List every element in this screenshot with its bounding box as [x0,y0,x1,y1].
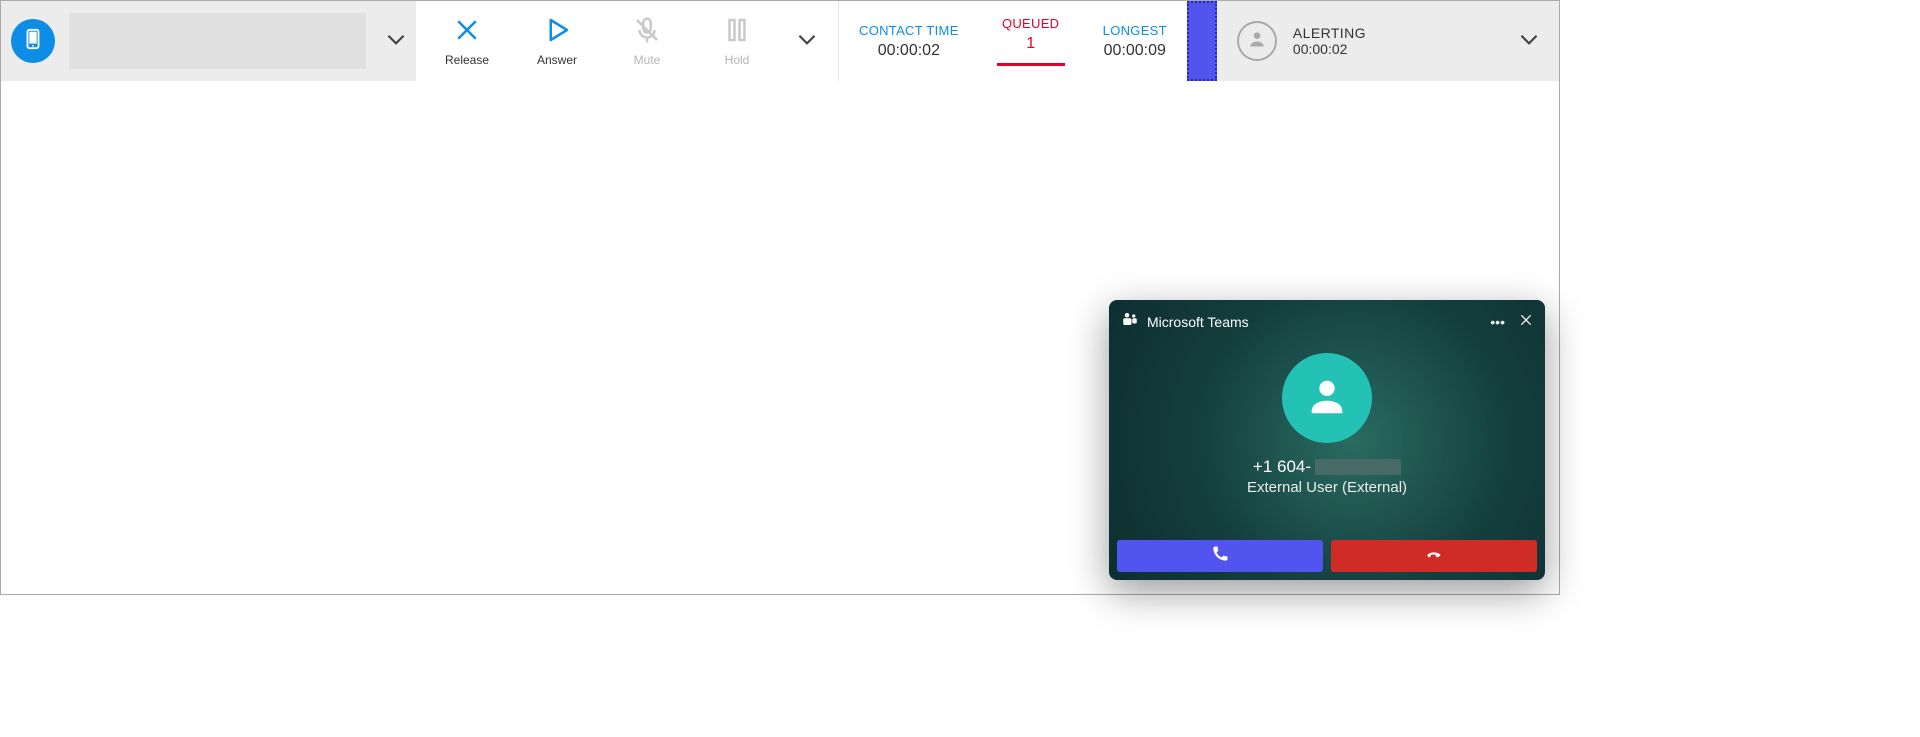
close-button[interactable] [1519,313,1533,330]
teams-incoming-call-popup: Microsoft Teams ••• +1 604- External Use… [1109,300,1545,580]
stat-queued[interactable]: QUEUED 1 [997,16,1065,66]
stat-contact-time: CONTACT TIME 00:00:02 [859,23,959,60]
pause-icon [722,15,752,50]
chevron-down-icon [383,26,409,57]
stat-queued-value: 1 [1026,35,1035,53]
top-bar: Release Answer Mute Hold CONTACT TIME 00… [1,1,1559,81]
play-icon [542,15,572,50]
close-icon [1519,314,1533,330]
chevron-down-icon [794,26,820,57]
hold-label: Hold [725,53,750,67]
decline-call-button[interactable] [1331,540,1537,572]
more-options-button[interactable]: ••• [1490,314,1505,330]
caller-number-redacted [1315,459,1401,475]
caller-number-prefix: +1 604- [1253,457,1311,477]
ellipsis-icon: ••• [1490,314,1505,330]
teams-logo-icon [1121,310,1139,333]
smartphone-icon [22,28,44,55]
release-button[interactable]: Release [422,15,512,67]
user-icon [1304,373,1350,424]
teams-popup-header: Microsoft Teams ••• [1109,300,1545,343]
release-label: Release [445,53,489,67]
stat-longest-value: 00:00:09 [1104,42,1166,60]
teams-popup-body: +1 604- External User (External) [1109,343,1545,496]
queue-stats: CONTACT TIME 00:00:02 QUEUED 1 LONGEST 0… [839,1,1187,81]
microphone-off-icon [632,15,662,50]
teams-popup-title: Microsoft Teams [1147,314,1249,330]
caller-subtitle: External User (External) [1247,479,1407,496]
alert-dropdown-button[interactable] [1499,26,1559,57]
stat-queued-label: QUEUED [1002,16,1059,31]
answer-label: Answer [537,53,577,67]
caller-avatar [1282,353,1372,443]
call-actions: Release Answer Mute Hold [416,1,839,81]
left-dropdown-button[interactable] [376,26,416,57]
alert-section: ALERTING 00:00:02 [1217,1,1559,81]
user-icon [1247,29,1267,54]
stat-contact-time-value: 00:00:02 [878,42,940,60]
left-phone-section [1,1,416,81]
mute-button: Mute [602,15,692,67]
alert-time: 00:00:02 [1293,41,1366,57]
caller-info-placeholder [69,13,366,69]
chevron-down-icon [1516,26,1542,57]
close-icon [452,15,482,50]
selection-divider[interactable] [1187,1,1217,81]
stat-contact-time-label: CONTACT TIME [859,23,959,38]
alert-avatar [1237,21,1277,61]
actions-dropdown-button[interactable] [782,26,832,57]
phone-badge [11,19,55,63]
alert-text: ALERTING 00:00:02 [1293,25,1366,57]
answer-button[interactable]: Answer [512,15,602,67]
accept-call-button[interactable] [1117,540,1323,572]
stat-longest: LONGEST 00:00:09 [1103,23,1167,60]
phone-icon [1210,544,1230,569]
mute-label: Mute [634,53,661,67]
teams-popup-buttons [1117,540,1537,572]
phone-hangup-icon [1424,544,1444,569]
caller-number: +1 604- [1253,457,1401,477]
stat-longest-label: LONGEST [1103,23,1167,38]
hold-button: Hold [692,15,782,67]
alert-title: ALERTING [1293,25,1366,41]
